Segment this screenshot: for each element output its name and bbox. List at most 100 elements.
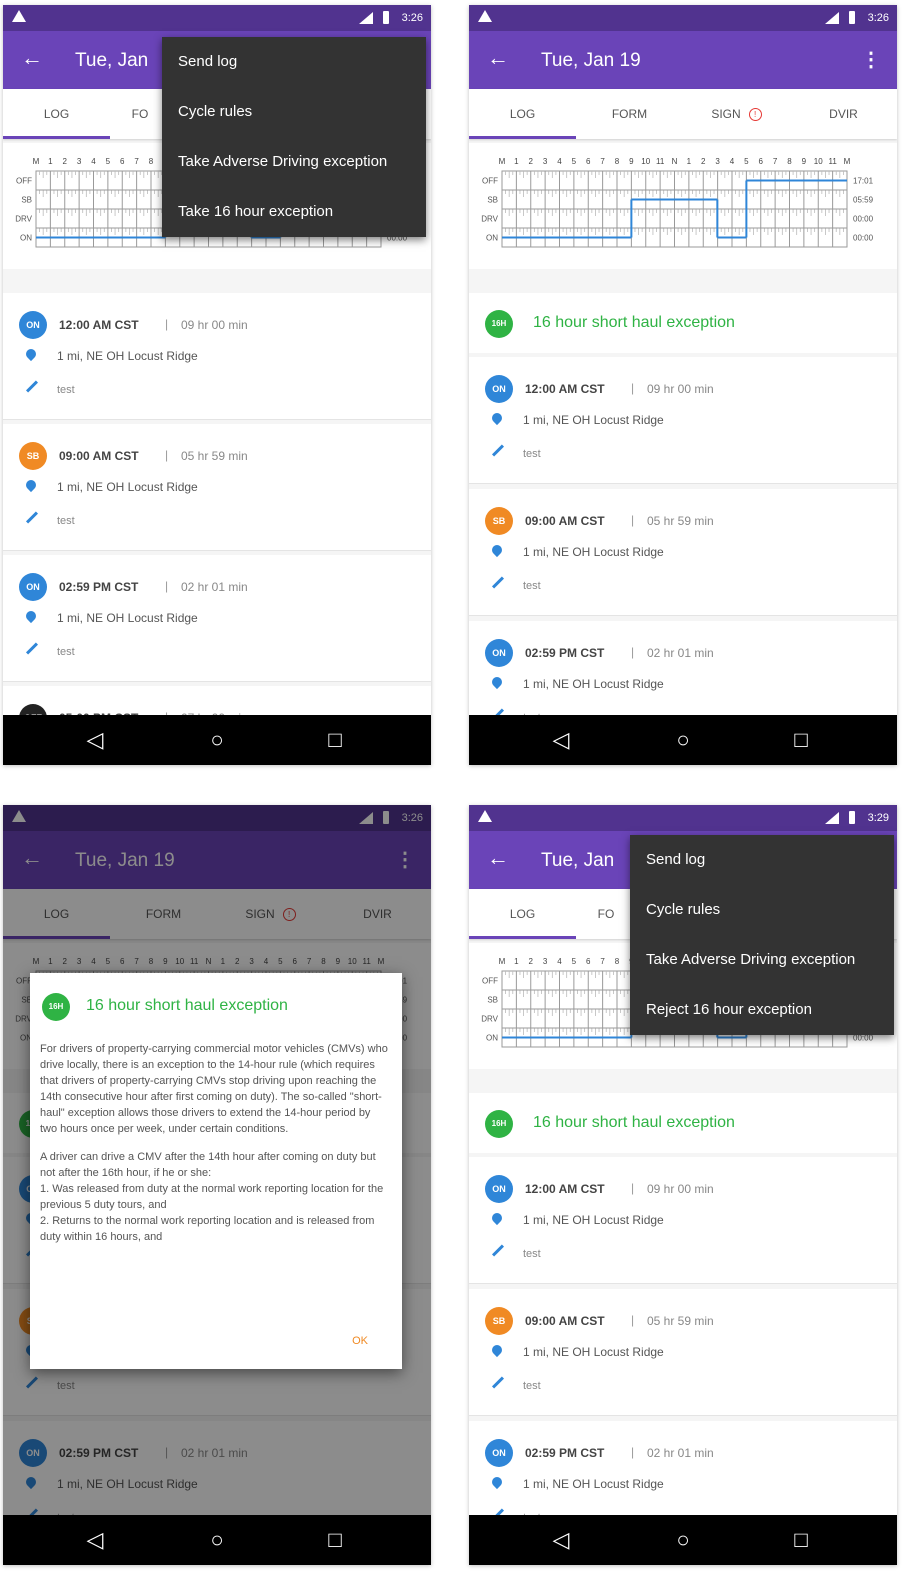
hour-label: N	[672, 157, 678, 166]
menu-item-send-log[interactable]: Send log	[162, 37, 426, 87]
nav-recent-icon[interactable]: □	[771, 1515, 831, 1565]
nav-back-icon[interactable]: ◁	[65, 1515, 125, 1565]
nav-home-icon[interactable]: ○	[187, 1515, 247, 1565]
hour-label: 7	[600, 957, 605, 966]
status-clock: 3:26	[867, 12, 889, 24]
nav-home-icon[interactable]: ○	[653, 1515, 713, 1565]
hour-label: 2	[63, 157, 68, 166]
menu-item-adverse-driving[interactable]: Take Adverse Driving exception	[162, 137, 426, 187]
location-pin-icon	[489, 410, 505, 426]
exception-banner[interactable]: 16H 16 hour short haul exception	[469, 293, 897, 353]
hour-label: M	[499, 157, 506, 166]
status-bar: 3:29	[469, 805, 897, 831]
hour-label: 5	[106, 157, 111, 166]
log-entry[interactable]: ON 02:59 PM CST | 02 hr 01 min 1 mi, NE OH L…	[3, 555, 431, 682]
tab-log[interactable]: LOG	[469, 89, 576, 139]
hour-label: 6	[120, 157, 125, 166]
hour-label: 9	[802, 157, 807, 166]
log-entry[interactable]: ON 12:00 AM CST | 09 hr 00 min 1 mi, NE OH L…	[469, 357, 897, 484]
tab-dvir[interactable]: DVIR	[790, 89, 897, 139]
dialog-title: 16 hour short haul exception	[86, 997, 288, 1014]
tab-log[interactable]: LOG	[3, 89, 110, 139]
hour-label: 8	[149, 157, 154, 166]
hour-label: 4	[557, 157, 562, 166]
hour-label: 1	[514, 957, 519, 966]
status-badge: ON	[485, 1175, 513, 1203]
row-label: SB	[487, 196, 498, 205]
nav-home-icon[interactable]: ○	[653, 715, 713, 765]
hour-label: 11	[656, 157, 665, 166]
entry-time: 09:00 AM CST	[59, 449, 139, 463]
nav-back-icon[interactable]: ◁	[531, 1515, 591, 1565]
exception-banner[interactable]: 16H 16 hour short haul exception	[469, 1093, 897, 1153]
location-pin-icon	[489, 1342, 505, 1358]
location-pin-icon	[23, 346, 39, 362]
log-entry[interactable]: ON 12:00 AM CST | 09 hr 00 min 1 mi, NE OH L…	[3, 293, 431, 420]
more-vert-icon[interactable]: ⋮	[861, 47, 881, 72]
warning-icon	[478, 810, 492, 822]
tab-form[interactable]: FO	[576, 889, 636, 939]
log-entry[interactable]: SB 09:00 AM CST | 05 hr 59 min 1 mi, NE OH L…	[469, 1289, 897, 1416]
exception-dialog: 16H 16 hour short haul exception For dri…	[30, 973, 402, 1369]
tab-form[interactable]: FO	[110, 89, 170, 139]
row-total: 00:00	[853, 234, 874, 243]
tab-sign-label: SIGN	[711, 107, 741, 121]
menu-item-reject-16-hour[interactable]: Reject 16 hour exception	[630, 985, 894, 1035]
log-entry[interactable]: SB 09:00 AM CST | 05 hr 59 min 1 mi, NE OH L…	[469, 489, 897, 616]
hour-label: 1	[687, 157, 692, 166]
row-total: 05:59	[853, 196, 874, 205]
pencil-icon	[25, 511, 39, 524]
entry-time: 12:00 AM CST	[525, 1182, 605, 1196]
overflow-menu: Send log Cycle rules Take Adverse Drivin…	[162, 37, 426, 237]
entry-separator: |	[165, 317, 169, 331]
hour-label: 3	[543, 957, 548, 966]
menu-item-send-log[interactable]: Send log	[630, 835, 894, 885]
entry-duration: 02 hr 01 min	[647, 1446, 714, 1460]
back-arrow-icon[interactable]: ←	[21, 46, 43, 70]
menu-item-adverse-driving[interactable]: Take Adverse Driving exception	[630, 935, 894, 985]
entry-time: 02:59 PM CST	[59, 580, 139, 594]
entry-duration: 02 hr 01 min	[647, 646, 714, 660]
menu-item-take-16-hour[interactable]: Take 16 hour exception	[162, 187, 426, 237]
entry-location: 1 mi, NE OH Locust Ridge	[523, 1213, 664, 1227]
tab-log[interactable]: LOG	[469, 889, 576, 939]
hour-label: 3	[543, 157, 548, 166]
nav-recent-icon[interactable]: □	[305, 715, 365, 765]
back-arrow-icon[interactable]: ←	[487, 846, 509, 870]
nav-back-icon[interactable]: ◁	[65, 715, 125, 765]
page-title: Tue, Jan	[541, 850, 615, 871]
entry-separator: |	[631, 513, 635, 527]
menu-item-cycle-rules[interactable]: Cycle rules	[162, 87, 426, 137]
ok-button[interactable]: OK	[352, 1335, 368, 1347]
nav-recent-icon[interactable]: □	[305, 1515, 365, 1565]
log-entry[interactable]: ON 12:00 AM CST | 09 hr 00 min 1 mi, NE OH L…	[469, 1157, 897, 1284]
menu-item-cycle-rules[interactable]: Cycle rules	[630, 885, 894, 935]
back-arrow-icon[interactable]: ←	[487, 46, 509, 70]
status-badge: SB	[485, 1307, 513, 1335]
hour-label: 5	[572, 957, 577, 966]
tab-sign[interactable]: SIGN!	[683, 89, 790, 139]
nav-bar: ◁ ○ □	[3, 1515, 431, 1565]
entry-time: 09:00 AM CST	[525, 1314, 605, 1328]
nav-bar: ◁ ○ □	[3, 715, 431, 765]
nav-back-icon[interactable]: ◁	[531, 715, 591, 765]
status-bar: 3:26	[3, 5, 431, 31]
hour-label: 7	[134, 157, 139, 166]
entry-location: 1 mi, NE OH Locust Ridge	[523, 413, 664, 427]
dialog-paragraph: For drivers of property-carrying commerc…	[40, 1043, 388, 1135]
tab-bar: LOG FORM SIGN! DVIR	[469, 89, 897, 139]
nav-home-icon[interactable]: ○	[187, 715, 247, 765]
hour-label: 4	[730, 157, 735, 166]
row-total: 00:00	[853, 215, 874, 224]
nav-recent-icon[interactable]: □	[771, 715, 831, 765]
hour-label: M	[33, 157, 40, 166]
hour-label: 8	[615, 157, 620, 166]
tab-form[interactable]: FORM	[576, 89, 683, 139]
dialog-list-item: 2. Returns to the normal work reporting …	[40, 1215, 375, 1243]
hour-label: M	[499, 957, 506, 966]
entry-note: test	[523, 448, 541, 460]
dialog-body: For drivers of property-carrying commerc…	[40, 1041, 390, 1245]
entry-location: 1 mi, NE OH Locust Ridge	[57, 480, 198, 494]
hour-label: 5	[572, 157, 577, 166]
log-entry[interactable]: SB 09:00 AM CST | 05 hr 59 min 1 mi, NE OH L…	[3, 424, 431, 551]
